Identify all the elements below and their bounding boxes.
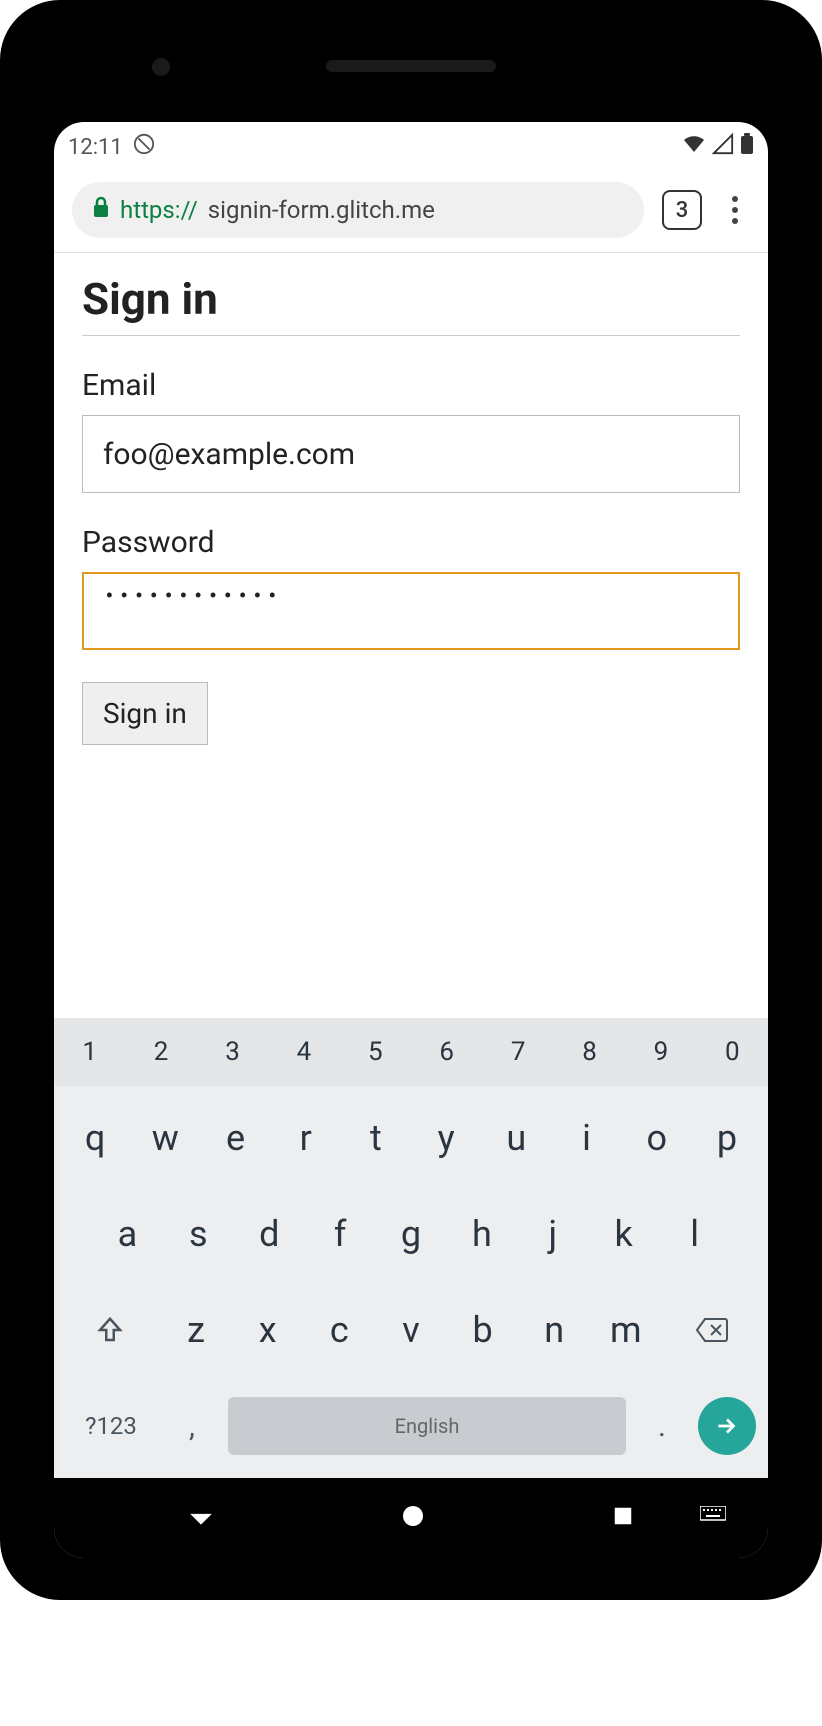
- key-i[interactable]: i: [551, 1094, 621, 1182]
- comma-key[interactable]: ,: [164, 1409, 220, 1444]
- sign-in-button[interactable]: Sign in: [82, 682, 208, 745]
- keyboard-row-2: a s d f g h j k l: [54, 1182, 768, 1278]
- screen: 12:11: [54, 122, 768, 1558]
- wifi-icon: [682, 132, 706, 162]
- key-n[interactable]: n: [518, 1286, 590, 1374]
- key-6[interactable]: 6: [411, 1018, 482, 1086]
- key-t[interactable]: t: [341, 1094, 411, 1182]
- enter-key[interactable]: [698, 1397, 756, 1455]
- keyboard-bottom-row: ?123 , English .: [54, 1374, 768, 1470]
- tab-switcher[interactable]: 3: [662, 190, 702, 230]
- key-p[interactable]: p: [692, 1094, 762, 1182]
- key-o[interactable]: o: [622, 1094, 692, 1182]
- status-left: 12:11: [68, 133, 155, 161]
- key-w[interactable]: w: [130, 1094, 200, 1182]
- keyboard-row-1: q w e r t y u i o p: [54, 1086, 768, 1182]
- keyboard-switch-icon[interactable]: [700, 1506, 726, 1530]
- key-q[interactable]: q: [60, 1094, 130, 1182]
- email-field[interactable]: [82, 415, 740, 493]
- backspace-key[interactable]: [662, 1286, 762, 1374]
- phone-speaker: [326, 60, 496, 72]
- key-g[interactable]: g: [376, 1190, 447, 1278]
- do-not-disturb-icon: [133, 133, 155, 161]
- key-2[interactable]: 2: [125, 1018, 196, 1086]
- key-x[interactable]: x: [232, 1286, 304, 1374]
- key-5[interactable]: 5: [340, 1018, 411, 1086]
- address-bar[interactable]: https:// signin-form.glitch.me: [72, 182, 644, 238]
- key-7[interactable]: 7: [482, 1018, 553, 1086]
- lock-icon: [92, 196, 110, 224]
- key-0[interactable]: 0: [697, 1018, 768, 1086]
- url-host: signin-form.glitch.me: [208, 196, 435, 224]
- key-l[interactable]: l: [659, 1190, 730, 1278]
- page-content: Sign in Email Password •••••••••••• Sign…: [54, 253, 768, 1018]
- symbols-key[interactable]: ?123: [66, 1412, 156, 1440]
- shift-key[interactable]: [60, 1286, 160, 1374]
- key-e[interactable]: e: [200, 1094, 270, 1182]
- tab-count-value: 3: [676, 198, 689, 223]
- key-c[interactable]: c: [304, 1286, 376, 1374]
- key-4[interactable]: 4: [268, 1018, 339, 1086]
- phone-camera: [152, 58, 170, 76]
- key-h[interactable]: h: [446, 1190, 517, 1278]
- email-group: Email: [82, 368, 740, 493]
- signal-icon: [712, 133, 734, 161]
- back-icon[interactable]: [188, 1503, 214, 1533]
- key-m[interactable]: m: [590, 1286, 662, 1374]
- password-masked-value: ••••••••••••: [104, 587, 282, 607]
- soft-keyboard: 1 2 3 4 5 6 7 8 9 0 q w e r t y: [54, 1018, 768, 1478]
- android-nav-bar: [54, 1478, 768, 1558]
- url-scheme: https://: [120, 196, 198, 224]
- password-label: Password: [82, 525, 740, 560]
- key-j[interactable]: j: [517, 1190, 588, 1278]
- key-8[interactable]: 8: [554, 1018, 625, 1086]
- overflow-menu-icon[interactable]: [720, 196, 750, 224]
- key-1[interactable]: 1: [54, 1018, 125, 1086]
- key-f[interactable]: f: [305, 1190, 376, 1278]
- spacebar[interactable]: English: [228, 1397, 626, 1455]
- key-9[interactable]: 9: [625, 1018, 696, 1086]
- period-key[interactable]: .: [634, 1409, 690, 1444]
- browser-toolbar: https:// signin-form.glitch.me 3: [54, 172, 768, 253]
- page-title: Sign in: [82, 273, 740, 336]
- phone-bezel: 12:11: [22, 22, 800, 1578]
- key-y[interactable]: y: [411, 1094, 481, 1182]
- key-k[interactable]: k: [588, 1190, 659, 1278]
- key-3[interactable]: 3: [197, 1018, 268, 1086]
- keyboard-number-row: 1 2 3 4 5 6 7 8 9 0: [54, 1018, 768, 1086]
- key-s[interactable]: s: [163, 1190, 234, 1278]
- battery-icon: [740, 133, 754, 161]
- home-icon[interactable]: [401, 1504, 425, 1532]
- password-group: Password ••••••••••••: [82, 525, 740, 650]
- key-b[interactable]: b: [447, 1286, 519, 1374]
- key-d[interactable]: d: [234, 1190, 305, 1278]
- status-bar: 12:11: [54, 122, 768, 172]
- phone-frame: 12:11: [0, 0, 822, 1600]
- clock: 12:11: [68, 135, 123, 160]
- key-z[interactable]: z: [160, 1286, 232, 1374]
- keyboard-row-3: z x c v b n m: [54, 1278, 768, 1374]
- password-field[interactable]: ••••••••••••: [82, 572, 740, 650]
- key-r[interactable]: r: [271, 1094, 341, 1182]
- key-v[interactable]: v: [375, 1286, 447, 1374]
- key-a[interactable]: a: [92, 1190, 163, 1278]
- recents-icon[interactable]: [612, 1505, 634, 1531]
- status-right: [682, 132, 754, 162]
- key-u[interactable]: u: [481, 1094, 551, 1182]
- email-label: Email: [82, 368, 740, 403]
